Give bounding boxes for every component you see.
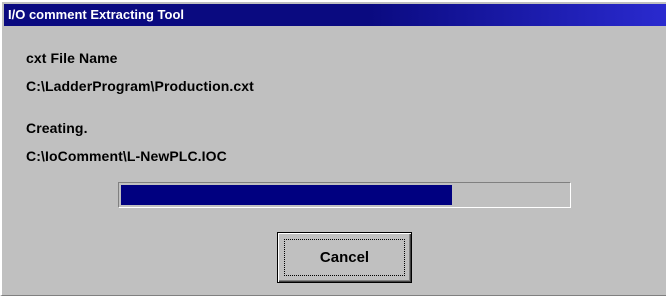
title-bar[interactable]: I/O comment Extracting Tool — [4, 4, 666, 26]
progress-bar — [118, 182, 571, 208]
cxt-file-name-label: cxt File Name — [26, 50, 118, 66]
output-file-path: C:\IoComment\L-NewPLC.IOC — [26, 148, 227, 164]
status-label: Creating. — [26, 120, 88, 136]
progress-fill — [121, 185, 452, 205]
cxt-file-path: C:\LadderProgram\Production.cxt — [26, 78, 254, 94]
dialog-window: I/O comment Extracting Tool cxt File Nam… — [0, 0, 666, 296]
cancel-button-label: Cancel — [319, 249, 370, 266]
cancel-button[interactable]: Cancel — [277, 232, 412, 283]
window-title: I/O comment Extracting Tool — [8, 7, 185, 22]
progress-track — [121, 185, 568, 205]
